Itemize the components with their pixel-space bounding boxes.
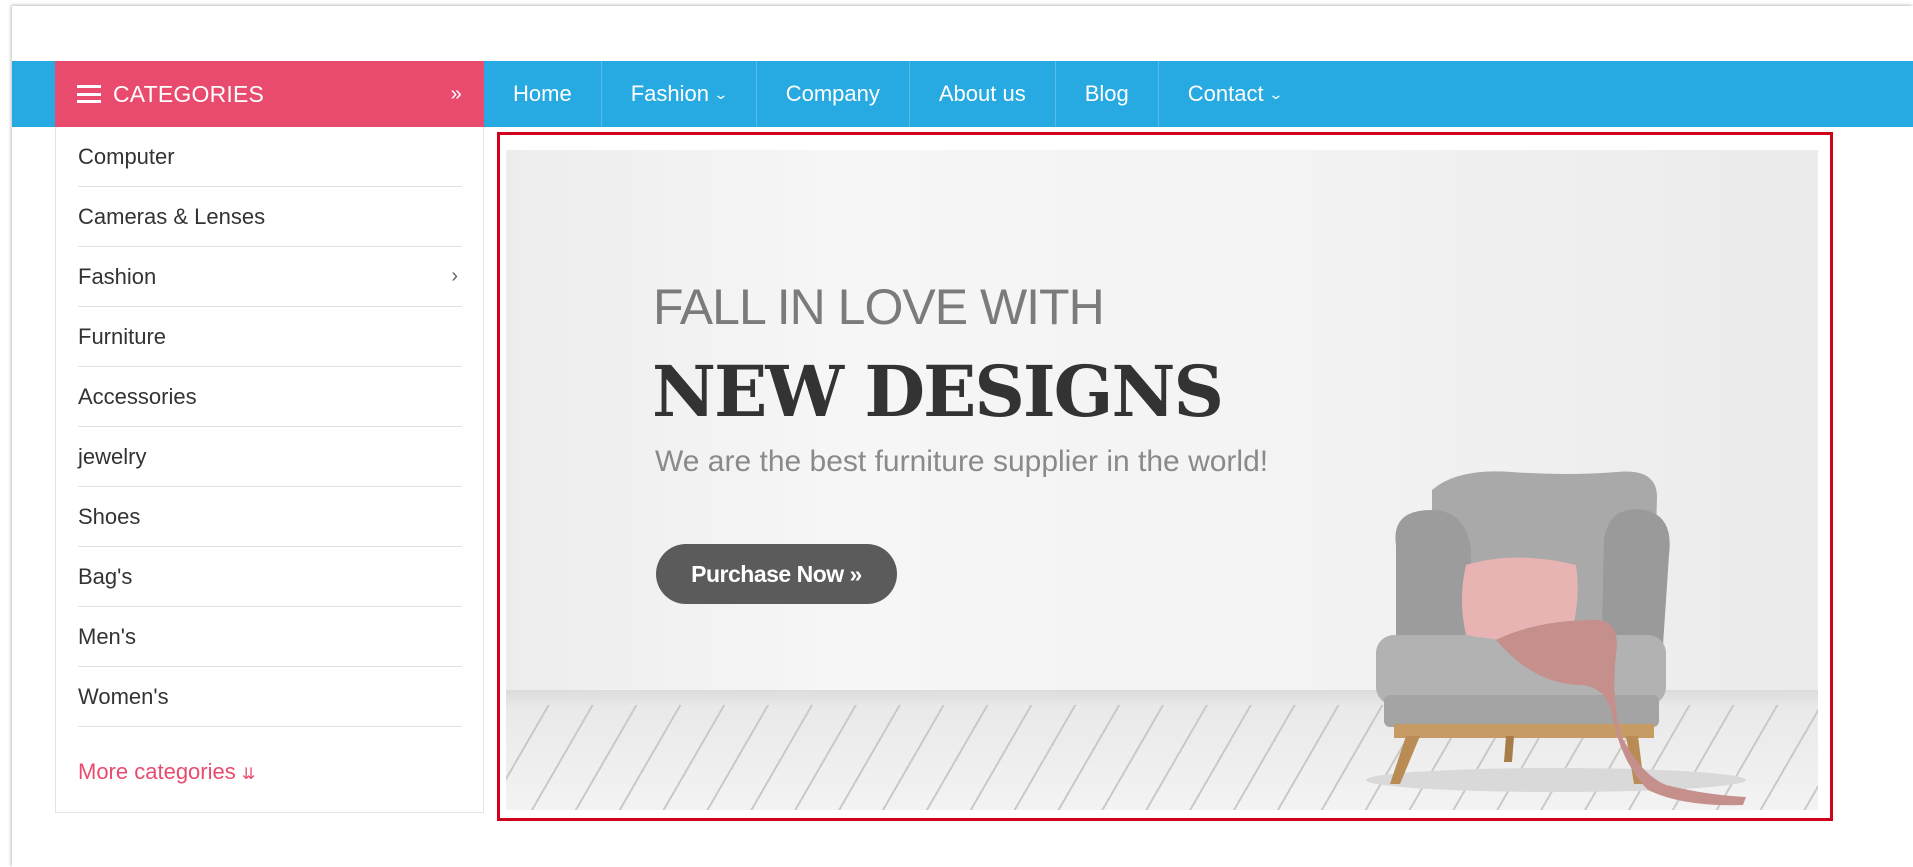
sidebar-item-furniture[interactable]: Furniture: [78, 307, 462, 367]
sidebar-item-label: Women's: [78, 683, 169, 709]
nav-item-label: About us: [938, 81, 1026, 106]
nav-item-company[interactable]: Company: [757, 61, 910, 127]
hero-title: NEW DESIGNS: [652, 350, 1224, 433]
sidebar-item-label: Fashion: [78, 263, 157, 289]
more-categories-link[interactable]: More categories ⇊: [78, 759, 255, 785]
sidebar-item-label: Shoes: [78, 503, 141, 529]
sidebar-item-womens[interactable]: Women's: [78, 667, 462, 727]
chevron-down-icon: ⌄: [713, 85, 729, 102]
nav-item-label: Company: [785, 81, 880, 106]
sidebar-item-shoes[interactable]: Shoes: [78, 487, 462, 547]
categories-header[interactable]: CATEGORIES »: [55, 61, 484, 127]
sidebar-item-label: Computer: [78, 143, 175, 169]
sidebar-item-cameras[interactable]: Cameras & Lenses: [78, 187, 462, 247]
more-categories-label: More categories: [78, 759, 236, 784]
chevron-down-icon: ⌄: [1267, 85, 1284, 102]
chevron-right-icon: ›: [451, 265, 458, 287]
hero-description: We are the best furniture supplier in th…: [655, 445, 1269, 478]
main-menu: Home Fashion ⌄ Company About us Blog Cont…: [484, 61, 1310, 127]
sidebar-item-label: Bag's: [78, 563, 133, 589]
nav-item-about-us[interactable]: About us: [910, 61, 1056, 127]
nav-item-label: Fashion: [630, 81, 709, 106]
nav-item-blog[interactable]: Blog: [1056, 61, 1159, 127]
nav-item-fashion[interactable]: Fashion ⌄: [602, 61, 757, 127]
sidebar-item-label: Men's: [78, 623, 136, 649]
hero-subtitle: FALL IN LOVE WITH: [653, 279, 1105, 335]
sidebar-item-computer[interactable]: Computer: [78, 127, 462, 187]
categories-header-label: CATEGORIES: [113, 80, 265, 107]
nav-item-label: Contact: [1187, 81, 1264, 106]
sidebar-item-label: Accessories: [78, 383, 197, 409]
sidebar-item-bags[interactable]: Bag's: [78, 547, 462, 607]
sidebar-item-mens[interactable]: Men's: [78, 607, 462, 667]
double-chevron-down-icon[interactable]: »: [451, 84, 462, 104]
sidebar-item-label: Furniture: [78, 323, 167, 349]
nav-item-home[interactable]: Home: [484, 61, 602, 127]
nav-item-label: Blog: [1084, 81, 1129, 106]
purchase-now-button[interactable]: Purchase Now »: [656, 544, 897, 604]
sidebar-item-label: Cameras & Lenses: [78, 203, 266, 229]
sidebar-item-label: jewelry: [78, 443, 147, 469]
sidebar-item-fashion[interactable]: Fashion ›: [78, 247, 462, 307]
sidebar-item-accessories[interactable]: Accessories: [78, 367, 462, 427]
armchair-image: [1366, 471, 1746, 806]
nav-item-label: Home: [513, 81, 572, 106]
nav-item-contact[interactable]: Contact ⌄: [1159, 61, 1311, 127]
menu-bars-icon: [77, 85, 101, 103]
sidebar-item-jewelry[interactable]: jewelry: [78, 427, 462, 487]
categories-sidebar: Computer Cameras & Lenses Fashion › Furni…: [55, 127, 484, 813]
hero-banner[interactable]: FALL IN LOVE WITH NEW DESIGNS We are the…: [506, 150, 1818, 810]
double-chevron-down-icon: ⇊: [241, 766, 256, 783]
